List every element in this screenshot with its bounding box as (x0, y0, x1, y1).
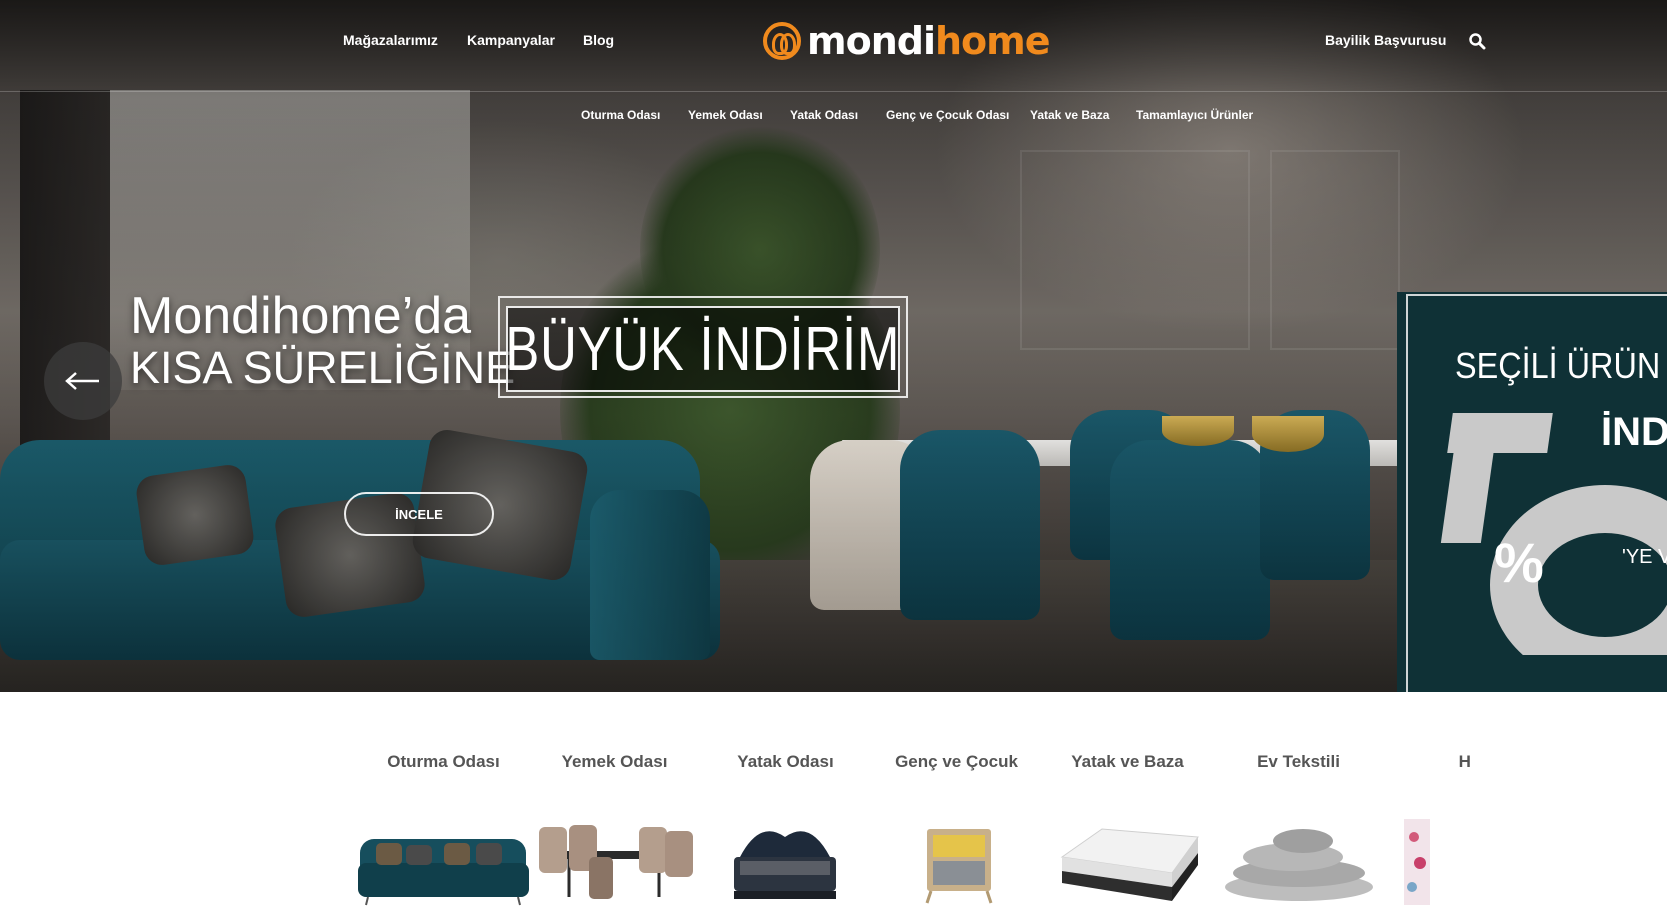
nav-blog[interactable]: Blog (583, 32, 614, 48)
category-oturma-odasi[interactable]: Oturma Odası (358, 722, 529, 912)
textile-image (1225, 829, 1373, 901)
nav-bayilik-basvurusu[interactable]: Bayilik Başvurusu (1325, 32, 1446, 48)
next-slide-percent: % (1494, 531, 1544, 594)
category-genc-ve-cocuk[interactable]: Genç ve Çocuk (871, 722, 1042, 912)
category-label: Genç ve Çocuk (895, 752, 1018, 771)
category-label: Ha (1458, 752, 1470, 771)
logo-text-mondi: mondi (807, 19, 936, 63)
rug-image (1404, 819, 1430, 905)
sofa-image (358, 839, 529, 906)
category-label: Yemek Odası (561, 752, 668, 771)
next-slide-ind: İND (1601, 410, 1667, 454)
dining-set-image (539, 825, 693, 899)
subnav-tamamlayici-urunler[interactable]: Tamamlayıcı Ürünler (1136, 108, 1253, 122)
logo-mark-icon (763, 22, 801, 60)
slider-prev-button[interactable] (44, 342, 122, 420)
logo-text-home: home (934, 19, 1051, 63)
category-partial[interactable]: Ha (1384, 722, 1470, 912)
hero-subheadline: KISA SÜRELİĞİNE (130, 342, 516, 393)
arrow-left-icon (65, 372, 99, 390)
logo[interactable]: mondihome (763, 18, 1051, 64)
next-slide-ye: 'YE V (1622, 546, 1667, 568)
category-label: Yatak Odası (737, 752, 834, 771)
subnav-yatak-odasi[interactable]: Yatak Odası (790, 108, 858, 122)
incele-button[interactable]: İNCELE (344, 492, 494, 536)
hero-headline: Mondihome’da (130, 287, 472, 345)
logo-text: mondihome (807, 19, 1051, 63)
category-yatak-ve-baza[interactable]: Yatak ve Baza (1042, 722, 1213, 912)
category-yemek-odasi[interactable]: Yemek Odası (529, 722, 700, 912)
mattress-image (1060, 828, 1199, 901)
subnav-genc-ve-cocuk-odasi[interactable]: Genç ve Çocuk Odası (886, 108, 1009, 122)
category-label: Oturma Odası (387, 752, 500, 771)
category-label: Ev Tekstili (1257, 752, 1340, 771)
subnav-oturma-odasi[interactable]: Oturma Odası (581, 108, 660, 122)
sale-text: BÜYÜK İNDİRİM (505, 314, 901, 384)
subnav-yatak-ve-baza[interactable]: Yatak ve Baza (1030, 108, 1109, 122)
nav-kampanyalar[interactable]: Kampanyalar (467, 32, 555, 48)
search-icon[interactable] (1468, 32, 1486, 50)
nightstand-image (925, 829, 993, 904)
category-ev-tekstili[interactable]: Ev Tekstili (1213, 722, 1384, 912)
category-yatak-odasi[interactable]: Yatak Odası (700, 722, 871, 912)
subnav-yemek-odasi[interactable]: Yemek Odası (688, 108, 763, 122)
next-slide-title: SEÇİLİ ÜRÜN (1455, 345, 1661, 386)
category-label: Yatak ve Baza (1071, 752, 1184, 771)
sale-box: BÜYÜK İNDİRİM (506, 306, 900, 392)
nav-magazalarimiz[interactable]: Mağazalarımız (343, 32, 438, 48)
bed-image (734, 831, 836, 899)
category-carousel: Oturma Odası Yemek Odası Yatak Odası Gen… (358, 722, 1470, 912)
